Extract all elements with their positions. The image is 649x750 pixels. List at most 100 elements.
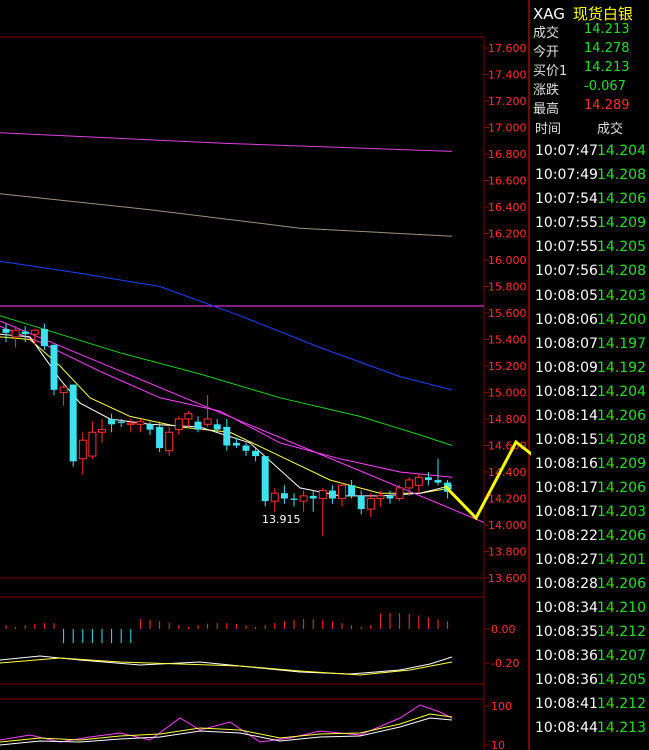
candle[interactable]: [280, 485, 288, 504]
candle-body-up: [78, 439, 87, 460]
candle-body-up: [318, 490, 327, 499]
candle[interactable]: [59, 384, 68, 406]
trade-time: 10:08:17: [535, 480, 598, 496]
candle-body-down: [146, 424, 154, 430]
candle[interactable]: [136, 419, 145, 433]
candle[interactable]: [88, 421, 97, 459]
price-tick-label: 16.000: [488, 254, 527, 267]
candle-body-down: [40, 328, 48, 347]
quote-label: 最高: [533, 102, 560, 117]
candle-body-down: [117, 421, 125, 423]
candle[interactable]: [11, 326, 20, 348]
candle-body-up: [299, 495, 308, 502]
candle[interactable]: [174, 416, 183, 435]
price-tick-label: 16.600: [488, 175, 527, 188]
trade-time: 10:08:07: [535, 336, 598, 352]
candle-body-down: [357, 495, 365, 510]
candle-body-down: [156, 426, 164, 449]
kdj-d-line: [0, 713, 453, 743]
candle[interactable]: [357, 490, 365, 515]
quote-panel: XAG 现货白银 成交 14.213 今开 14.278 买价1 14.213 涨跌 -0.06…: [531, 0, 649, 750]
candle[interactable]: [156, 421, 164, 453]
candle[interactable]: [270, 487, 279, 512]
candle[interactable]: [348, 479, 356, 499]
candle[interactable]: [242, 442, 250, 457]
candle-body-up: [59, 386, 68, 394]
trade-time: 10:08:44: [535, 720, 598, 736]
trade-time: 10:08:22: [535, 528, 598, 544]
candle[interactable]: [318, 487, 327, 537]
candle[interactable]: [261, 456, 269, 507]
candle[interactable]: [40, 323, 48, 351]
candle-body-up: [338, 484, 346, 499]
macd-dea-line: [0, 657, 453, 676]
candle-body-down: [242, 445, 250, 451]
trade-price: 14.206: [597, 528, 646, 544]
candle[interactable]: [108, 413, 116, 433]
moving-average-lines: [0, 132, 485, 523]
trade-time: 10:07:55: [535, 215, 598, 231]
candle[interactable]: [434, 458, 442, 486]
candle-body-down: [50, 344, 58, 390]
price-tick-label: 15.600: [488, 307, 527, 320]
candle[interactable]: [424, 472, 432, 486]
candle[interactable]: [366, 493, 375, 518]
trade-price: 14.206: [597, 480, 646, 496]
quote-value: 14.278: [584, 41, 630, 56]
candle[interactable]: [290, 493, 298, 507]
quote-label: 今开: [533, 45, 560, 60]
price-tick-label: 15.000: [488, 387, 527, 400]
trade-price: 14.201: [597, 552, 646, 568]
candle[interactable]: [328, 485, 336, 504]
candle-body-up: [270, 492, 279, 502]
candle[interactable]: [299, 490, 308, 512]
candle[interactable]: [50, 344, 58, 396]
instrument-code: XAG: [533, 5, 565, 23]
candle[interactable]: [69, 384, 77, 467]
price-tick-label: 14.000: [488, 519, 527, 532]
trade-time: 10:08:36: [535, 648, 598, 664]
candle-body-down: [194, 421, 202, 430]
candle[interactable]: [414, 474, 423, 494]
trade-time: 10:08:41: [535, 696, 598, 712]
candle[interactable]: [78, 432, 87, 475]
candle-body-up: [395, 487, 404, 499]
candlesticks[interactable]: 13.915: [2, 323, 452, 537]
trade-time: 10:08:36: [535, 672, 598, 688]
candle-body-up: [136, 421, 145, 425]
trade-time: 10:07:47: [535, 143, 598, 159]
candle[interactable]: [223, 419, 231, 451]
kdj-tick-label: 10: [491, 739, 505, 750]
instrument-name: 现货白银: [572, 5, 633, 23]
trade-time: 10:08:34: [535, 600, 598, 616]
trade-price: 14.205: [597, 239, 646, 255]
candle-body-down: [328, 490, 336, 499]
trade-price: 14.210: [597, 600, 646, 616]
candle[interactable]: [184, 411, 193, 427]
candle[interactable]: [165, 426, 174, 457]
candle[interactable]: [194, 416, 202, 433]
trade-time: 10:08:06: [535, 312, 598, 328]
candle[interactable]: [2, 323, 10, 343]
candle-body-down: [223, 426, 231, 446]
price-tick-label: 16.800: [488, 148, 527, 161]
trade-time: 10:08:14: [535, 408, 598, 424]
price-tick-label: 17.600: [488, 42, 527, 55]
candle-body-up: [11, 329, 20, 338]
quote-value: 14.213: [584, 22, 630, 37]
price-tick-label: 17.000: [488, 122, 527, 135]
candle[interactable]: [386, 490, 394, 504]
candle[interactable]: [395, 485, 404, 502]
candle-body-up: [98, 429, 106, 433]
candle-body-up: [174, 418, 183, 431]
quote-value: 14.213: [584, 60, 630, 75]
trade-price: 14.206: [597, 576, 646, 592]
candle[interactable]: [203, 395, 212, 427]
candle-body-down: [348, 485, 356, 496]
candle[interactable]: [338, 482, 346, 507]
candle[interactable]: [98, 419, 106, 443]
price-tick-label: 13.600: [488, 572, 527, 585]
candle-body-down: [21, 331, 29, 335]
quote-label: 涨跌: [533, 83, 560, 98]
candle[interactable]: [309, 490, 317, 512]
